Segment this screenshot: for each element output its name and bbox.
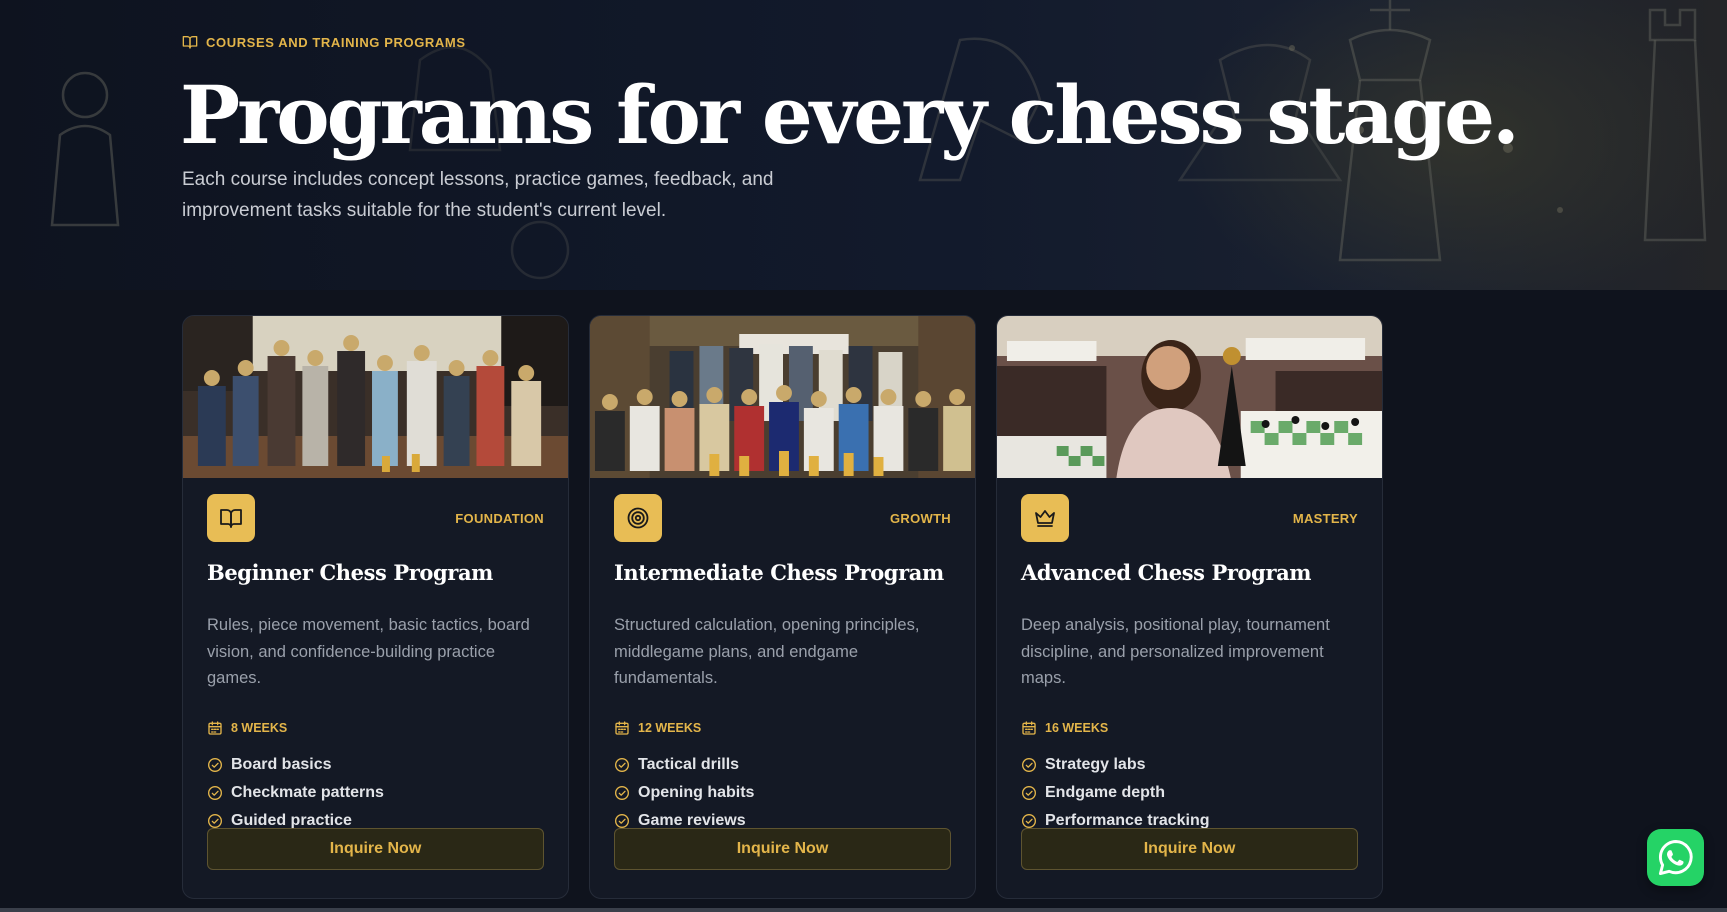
program-icon-box (207, 494, 255, 542)
calendar-icon (615, 721, 629, 735)
page-title: Programs for every chess stage. (180, 68, 1520, 162)
program-duration: 16 WEEKS (1021, 720, 1108, 736)
duration-label: 12 WEEKS (638, 721, 702, 735)
check-circle-icon (615, 814, 629, 828)
whatsapp-button[interactable] (1647, 829, 1704, 886)
check-circle-icon (208, 814, 222, 828)
inquire-now-button[interactable]: Inquire Now (207, 828, 544, 870)
program-level: MASTERY (1292, 511, 1358, 526)
program-level: GROWTH (889, 511, 951, 526)
program-duration: 12 WEEKS (614, 720, 701, 736)
feature-item: Endgame depth (1021, 779, 1210, 807)
check-circle-icon (615, 758, 629, 772)
program-card-intermediate: GROWTH Intermediate Chess Program Struct… (589, 315, 976, 899)
program-title: Intermediate Chess Program (614, 560, 944, 585)
check-circle-icon (1022, 786, 1036, 800)
feature-item: Board basics (207, 751, 384, 779)
inquire-now-button[interactable]: Inquire Now (614, 828, 951, 870)
program-card-advanced: MASTERY Advanced Chess Program Deep anal… (996, 315, 1383, 899)
feature-list: Strategy labs Endgame depth Performance … (1021, 751, 1210, 835)
section-eyebrow: COURSES AND TRAINING PROGRAMS (182, 34, 466, 50)
crown-icon (1035, 510, 1055, 527)
book-open-icon (182, 36, 198, 49)
program-card-beginner: FOUNDATION Beginner Chess Program Rules,… (182, 315, 569, 899)
whatsapp-icon (1658, 839, 1693, 875)
program-icon-box (1021, 494, 1069, 542)
calendar-icon (1022, 721, 1036, 735)
feature-item: Checkmate patterns (207, 779, 384, 807)
feature-list: Board basics Checkmate patterns Guided p… (207, 751, 384, 835)
check-circle-icon (615, 786, 629, 800)
program-description: Deep analysis, positional play, tourname… (1021, 616, 1330, 687)
program-icon-box (614, 494, 662, 542)
check-circle-icon (1022, 758, 1036, 772)
program-photo (183, 316, 568, 478)
program-description: Rules, piece movement, basic tactics, bo… (207, 616, 530, 687)
hero-section: COURSES AND TRAINING PROGRAMS Programs f… (0, 0, 1727, 290)
program-duration: 8 WEEKS (207, 720, 287, 736)
program-title: Advanced Chess Program (1021, 560, 1312, 585)
feature-item: Strategy labs (1021, 751, 1210, 779)
program-photo (590, 316, 975, 478)
feature-item: Tactical drills (614, 751, 754, 779)
eyebrow-label: COURSES AND TRAINING PROGRAMS (206, 34, 466, 50)
page-bottom-divider (0, 908, 1727, 912)
program-cards: FOUNDATION Beginner Chess Program Rules,… (182, 315, 1383, 899)
check-circle-icon (1022, 814, 1036, 828)
book-open-icon (220, 509, 242, 528)
program-level: FOUNDATION (455, 511, 544, 526)
check-circle-icon (208, 758, 222, 772)
feature-list: Tactical drills Opening habits Game revi… (614, 751, 754, 835)
check-circle-icon (208, 786, 222, 800)
duration-label: 16 WEEKS (1045, 721, 1109, 735)
feature-item: Opening habits (614, 779, 754, 807)
program-photo (997, 316, 1382, 478)
inquire-now-button[interactable]: Inquire Now (1021, 828, 1358, 870)
program-description: Structured calculation, opening principl… (614, 616, 920, 687)
duration-label: 8 WEEKS (231, 721, 288, 735)
page-subtitle: Each course includes concept lessons, pr… (182, 169, 774, 221)
calendar-icon (208, 721, 222, 735)
target-icon (627, 507, 649, 529)
program-title: Beginner Chess Program (207, 560, 493, 585)
